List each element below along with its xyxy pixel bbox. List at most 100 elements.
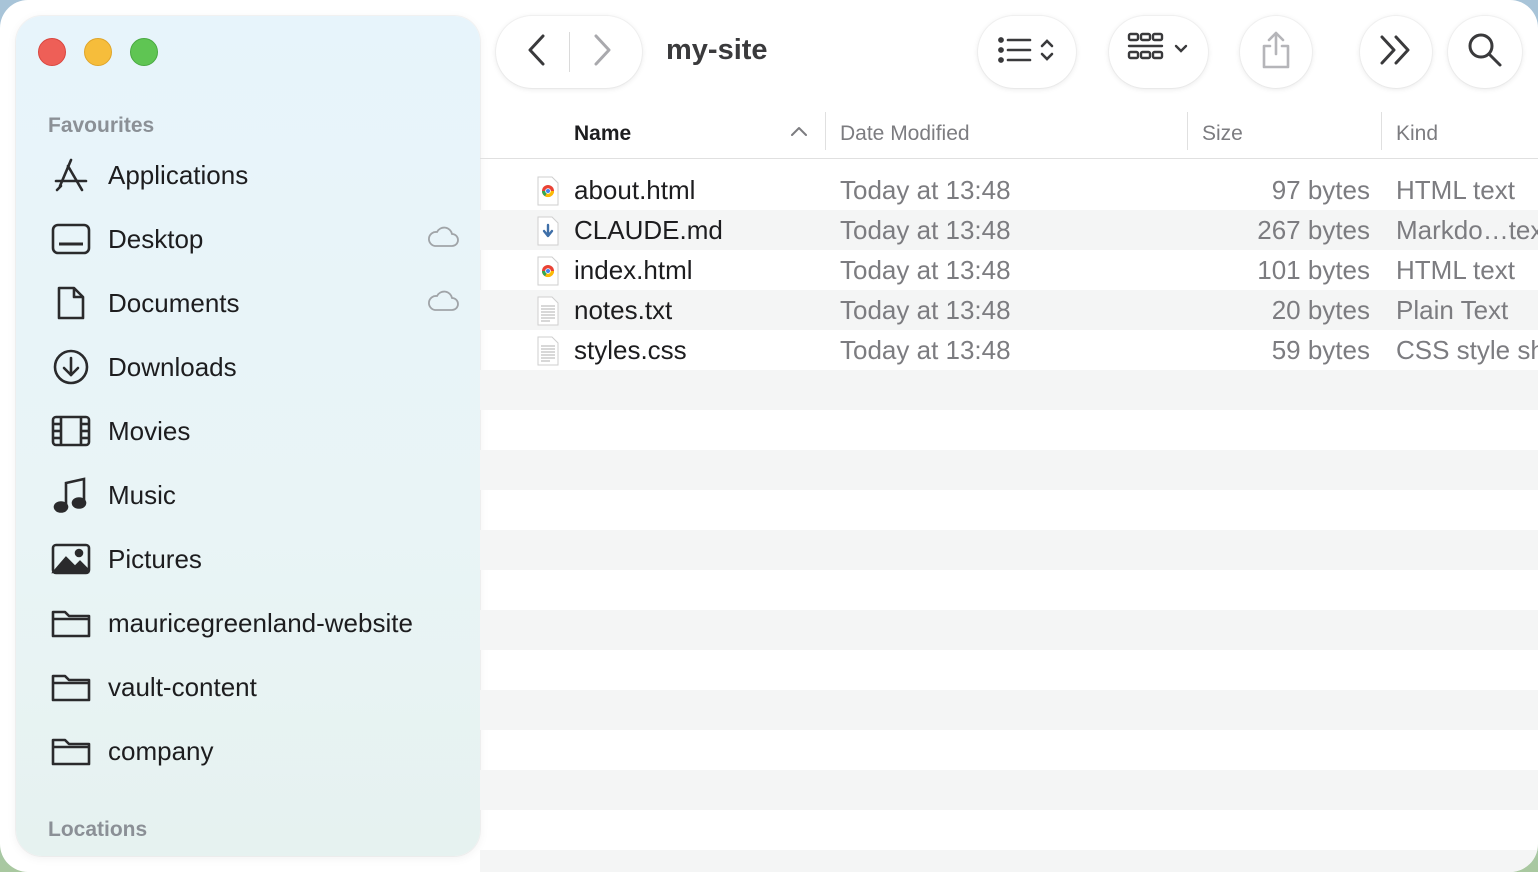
finder-window: Favourites Applications Desktop Document… (0, 0, 1538, 872)
share-button[interactable] (1240, 16, 1312, 88)
file-kind: HTML text (1396, 175, 1515, 205)
file-size: 20 bytes (1271, 295, 1370, 325)
empty-row (480, 850, 1538, 872)
file-list: about.html Today at 13:48 97 bytes HTML … (480, 170, 1538, 370)
sidebar-item-pictures[interactable]: Pictures (50, 533, 460, 585)
folder-icon (50, 666, 92, 708)
sidebar-item-company[interactable]: company (50, 725, 460, 777)
column-separator[interactable] (1187, 112, 1188, 150)
sidebar-item-movies[interactable]: Movies (50, 405, 460, 457)
sidebar-item-label: Music (108, 479, 176, 510)
icloud-icon (426, 225, 460, 254)
column-header-name[interactable]: Name (574, 110, 631, 158)
list-view-icon (997, 35, 1057, 70)
chrome-html-icon (536, 256, 560, 286)
empty-row (480, 690, 1538, 730)
file-kind: Plain Text (1396, 295, 1509, 325)
window-controls (38, 38, 158, 66)
file-kind: CSS style sh (1396, 335, 1538, 365)
forward-button[interactable] (590, 33, 614, 72)
sidebar-item-desktop[interactable]: Desktop (50, 213, 460, 265)
group-by-button[interactable] (1109, 16, 1208, 88)
column-label: Size (1202, 122, 1243, 145)
column-label: Kind (1396, 122, 1439, 145)
sidebar-item-music[interactable]: Music (50, 469, 460, 521)
file-kind: Markdo…tex (1396, 215, 1538, 245)
desktop-icon (50, 218, 92, 260)
music-note-icon (50, 474, 92, 516)
sidebar-item-downloads[interactable]: Downloads (50, 341, 460, 393)
file-date: Today at 13:48 (840, 295, 1011, 325)
sidebar-item-vault-content[interactable]: vault-content (50, 661, 460, 713)
back-button[interactable] (525, 33, 549, 72)
sidebar-item-applications[interactable]: Applications (50, 149, 460, 201)
sidebar-item-label: Downloads (108, 351, 237, 382)
column-header-kind[interactable]: Kind (1396, 110, 1438, 158)
document-icon (50, 282, 92, 324)
file-size: 97 bytes (1271, 175, 1370, 205)
photo-icon (50, 538, 92, 580)
file-date: Today at 13:48 (840, 335, 1011, 365)
applications-icon (50, 154, 92, 196)
sidebar-item-label: Pictures (108, 543, 202, 574)
search-icon (1467, 32, 1503, 73)
sidebar-item-label: Documents (108, 287, 240, 318)
empty-row (480, 610, 1538, 650)
more-toolbar-button[interactable] (1360, 16, 1432, 88)
sidebar-item-label: vault-content (108, 671, 257, 702)
column-separator[interactable] (825, 112, 826, 150)
folder-icon (50, 602, 92, 644)
sidebar-item-documents[interactable]: Documents (50, 277, 460, 329)
header-divider (480, 158, 1538, 159)
sidebar-item-mauricegreenland-website[interactable]: mauricegreenland-website (50, 597, 460, 649)
file-row[interactable]: CLAUDE.md Today at 13:48 267 bytes Markd… (480, 210, 1538, 250)
text-file-icon (536, 296, 560, 326)
file-size: 59 bytes (1271, 335, 1370, 365)
file-size: 101 bytes (1257, 255, 1370, 285)
file-date: Today at 13:48 (840, 175, 1011, 205)
file-row[interactable]: styles.css Today at 13:48 59 bytes CSS s… (480, 330, 1538, 370)
file-row[interactable]: index.html Today at 13:48 101 bytes HTML… (480, 250, 1538, 290)
empty-row (480, 770, 1538, 810)
column-separator[interactable] (1381, 112, 1382, 150)
window-title: my-site (666, 34, 768, 66)
favourites-heading: Favourites (48, 114, 155, 137)
file-size: 267 bytes (1257, 215, 1370, 245)
file-date: Today at 13:48 (840, 215, 1011, 245)
film-icon (50, 410, 92, 452)
file-name: about.html (574, 175, 696, 205)
column-header-size[interactable]: Size (1202, 110, 1243, 158)
file-name: styles.css (574, 335, 687, 365)
close-button[interactable] (38, 38, 66, 66)
column-header-date-modified[interactable]: Date Modified (840, 110, 970, 158)
locations-heading: Locations (48, 818, 148, 841)
markdown-icon (536, 216, 560, 246)
sort-ascending-icon (790, 124, 808, 142)
folder-icon (50, 730, 92, 772)
share-icon (1260, 30, 1292, 75)
file-name: index.html (574, 255, 693, 285)
navigation-controls (496, 16, 642, 88)
empty-row (480, 370, 1538, 410)
sidebar-item-label: mauricegreenland-website (108, 607, 413, 638)
empty-row (480, 450, 1538, 490)
file-date: Today at 13:48 (840, 255, 1011, 285)
view-mode-button[interactable] (978, 16, 1076, 88)
file-row[interactable]: about.html Today at 13:48 97 bytes HTML … (480, 170, 1538, 210)
chrome-html-icon (536, 176, 560, 206)
file-kind: HTML text (1396, 255, 1515, 285)
text-file-icon (536, 336, 560, 366)
download-icon (50, 346, 92, 388)
sidebar-item-label: Applications (108, 159, 249, 190)
nav-divider (568, 32, 570, 72)
sidebar-item-label: Desktop (108, 223, 204, 254)
search-button[interactable] (1448, 16, 1522, 88)
column-label: Name (574, 122, 632, 145)
zoom-button[interactable] (130, 38, 158, 66)
minimize-button[interactable] (84, 38, 112, 66)
sidebar-item-label: company (108, 735, 214, 766)
sidebar-item-label: Movies (108, 415, 191, 446)
grid-view-icon (1127, 32, 1191, 73)
file-name: CLAUDE.md (574, 215, 723, 245)
file-row[interactable]: notes.txt Today at 13:48 20 bytes Plain … (480, 290, 1538, 330)
